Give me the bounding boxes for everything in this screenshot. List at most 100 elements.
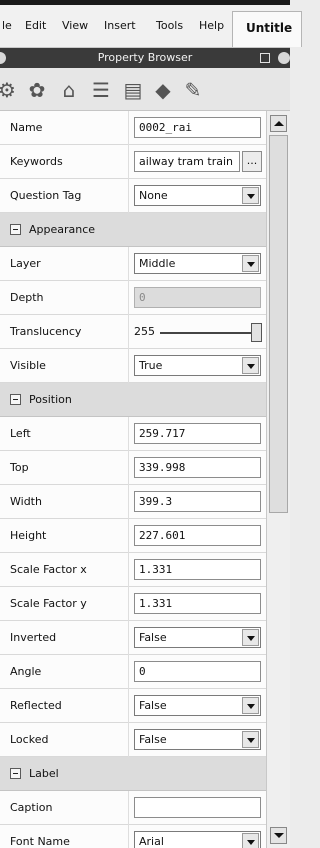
section-position[interactable]: Position — [0, 383, 266, 417]
property-row-name: Name 0002_rai — [0, 111, 266, 145]
property-row-scale-y: Scale Factor y 1.331 — [0, 587, 266, 621]
section-appearance[interactable]: Appearance — [0, 213, 266, 247]
inverted-select[interactable]: False — [134, 627, 261, 648]
left-input[interactable]: 259.717 — [134, 423, 261, 444]
property-label: Translucency — [10, 325, 82, 338]
depth-input: 0 — [134, 287, 261, 308]
translucency-slider-handle[interactable] — [251, 323, 262, 342]
collapse-icon[interactable] — [10, 768, 21, 779]
column-divider — [128, 825, 129, 848]
panel-titlebar: Property Browser — [0, 48, 290, 68]
property-label: Layer — [10, 257, 41, 270]
layer-select[interactable]: Middle — [134, 253, 261, 274]
property-row-reflected: Reflected False — [0, 689, 266, 723]
menu-view[interactable]: View — [62, 19, 88, 32]
column-divider — [128, 621, 129, 655]
property-row-translucency: Translucency 255 — [0, 315, 266, 349]
menu-help[interactable]: Help — [199, 19, 224, 32]
close-panel-icon[interactable] — [278, 52, 290, 64]
chevron-down-icon[interactable] — [242, 697, 259, 714]
select-value: None — [139, 189, 168, 202]
property-label: Inverted — [10, 631, 57, 644]
scale-factor-x-input[interactable]: 1.331 — [134, 559, 261, 580]
column-divider — [128, 281, 129, 315]
width-input[interactable]: 399.3 — [134, 491, 261, 512]
property-label: Caption — [10, 801, 53, 814]
column-divider — [128, 553, 129, 587]
chevron-down-icon[interactable] — [242, 357, 259, 374]
angle-input[interactable]: 0 — [134, 661, 261, 682]
height-input[interactable]: 227.601 — [134, 525, 261, 546]
caption-input[interactable] — [134, 797, 261, 818]
chevron-down-icon[interactable] — [242, 629, 259, 646]
section-label: Position — [29, 393, 72, 406]
chevron-down-icon[interactable] — [242, 255, 259, 272]
select-value: Middle — [139, 257, 176, 270]
property-label: Scale Factor x — [10, 563, 87, 576]
visible-select[interactable]: True — [134, 355, 261, 376]
column-divider — [128, 587, 129, 621]
section-label: Appearance — [29, 223, 96, 236]
edit-keywords-button[interactable]: ... — [242, 151, 262, 172]
property-label: Height — [10, 529, 47, 542]
house-icon[interactable]: ⌂ — [56, 78, 82, 102]
question-tag-select[interactable]: None — [134, 185, 261, 206]
column-divider — [128, 485, 129, 519]
column-divider — [128, 417, 129, 451]
scroll-up-icon[interactable] — [270, 115, 287, 132]
property-row-scale-x: Scale Factor x 1.331 — [0, 553, 266, 587]
property-row-layer: Layer Middle — [0, 247, 266, 281]
property-label: Top — [10, 461, 29, 474]
property-label: Reflected — [10, 699, 62, 712]
scrollbar-thumb[interactable] — [269, 135, 288, 513]
vertical-scrollbar[interactable] — [266, 111, 290, 848]
panel-title: Property Browser — [97, 51, 193, 64]
property-row-width: Width 399.3 — [0, 485, 266, 519]
column-divider — [128, 145, 129, 179]
settings-gears-icon[interactable]: ⚙ — [0, 78, 20, 102]
property-label: Keywords — [10, 155, 63, 168]
translucency-value: 255 — [134, 325, 155, 338]
float-panel-icon[interactable] — [260, 53, 270, 63]
document-icon[interactable]: ▤ — [120, 78, 146, 102]
scroll-down-icon[interactable] — [270, 827, 287, 844]
column-divider — [128, 111, 129, 145]
scale-factor-y-input[interactable]: 1.331 — [134, 593, 261, 614]
property-label: Left — [10, 427, 31, 440]
chevron-down-icon[interactable] — [242, 731, 259, 748]
select-value: True — [139, 359, 163, 372]
menu-edit[interactable]: Edit — [25, 19, 46, 32]
keywords-input[interactable]: ailway tram train — [134, 151, 240, 172]
chevron-down-icon[interactable] — [242, 187, 259, 204]
property-category-toolbar: ⚙ ✿ ⌂ ☰ ▤ ◆ ✎ — [0, 68, 290, 111]
property-row-top: Top 339.998 — [0, 451, 266, 485]
property-row-question-tag: Question Tag None — [0, 179, 266, 213]
chevron-down-icon[interactable] — [242, 833, 259, 848]
lines-icon[interactable]: ☰ — [88, 78, 114, 102]
top-input[interactable]: 339.998 — [134, 457, 261, 478]
section-label: Label — [29, 767, 59, 780]
translucency-slider-track[interactable] — [160, 332, 256, 334]
select-value: False — [139, 631, 167, 644]
style-brush-icon[interactable]: ✿ — [24, 78, 50, 102]
column-divider — [128, 723, 129, 757]
font-name-select[interactable]: Arial — [134, 831, 261, 848]
document-tab[interactable]: Untitle — [232, 11, 302, 47]
window-top-strip — [0, 0, 290, 5]
column-divider — [128, 451, 129, 485]
menu-tools[interactable]: Tools — [156, 19, 183, 32]
menu-insert[interactable]: Insert — [104, 19, 136, 32]
name-input[interactable]: 0002_rai — [134, 117, 261, 138]
column-divider — [128, 519, 129, 553]
collapse-icon[interactable] — [10, 224, 21, 235]
select-value: Arial — [139, 835, 164, 848]
pencil-icon[interactable]: ✎ — [180, 78, 206, 102]
collapse-icon[interactable] — [10, 394, 21, 405]
property-label: Font Name — [10, 835, 70, 848]
property-row-left: Left 259.717 — [0, 417, 266, 451]
reflected-select[interactable]: False — [134, 695, 261, 716]
section-label-group[interactable]: Label — [0, 757, 266, 791]
menu-file[interactable]: le — [2, 19, 12, 32]
spinning-top-icon[interactable]: ◆ — [150, 78, 176, 102]
locked-select[interactable]: False — [134, 729, 261, 750]
